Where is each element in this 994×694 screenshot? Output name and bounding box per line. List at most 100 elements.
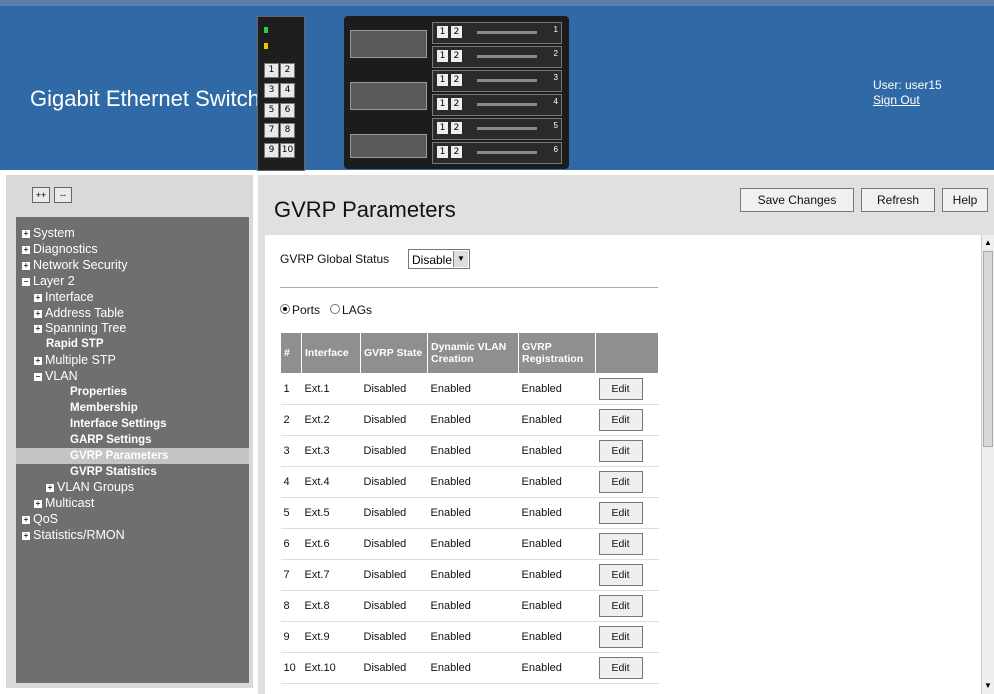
nav-item-interface-settings[interactable]: Interface Settings (16, 416, 249, 432)
blade-port-label: 2 (451, 26, 462, 38)
nav-item-diagnostics[interactable]: + Diagnostics (16, 241, 249, 257)
table-row: 10 Ext.10 Disabled Enabled Enabled Edit (280, 652, 659, 684)
interface-type-radio-group: Ports LAGs (280, 303, 372, 317)
table-row: 8 Ext.8 Disabled Enabled Enabled Edit (280, 590, 659, 622)
user-label: User: user15 (873, 78, 942, 92)
cell-interface: Ext.4 (301, 466, 361, 498)
expand-all-button[interactable]: ++ (32, 187, 50, 203)
expand-icon[interactable]: + (22, 245, 30, 254)
port-indicator: 6 (280, 103, 295, 118)
nav-item-membership[interactable]: Membership (16, 400, 249, 416)
vertical-scrollbar[interactable]: ▲ ▼ (981, 235, 994, 694)
nav-item-label: Layer 2 (33, 273, 75, 288)
nav-item-spanning-tree[interactable]: + Spanning Tree (16, 320, 249, 336)
expand-icon[interactable]: + (34, 309, 42, 318)
cell-actions: Edit (595, 528, 659, 560)
save-changes-button[interactable]: Save Changes (740, 188, 854, 212)
nav-item-layer-2[interactable]: − Layer 2 (16, 273, 249, 289)
nav-item-gvrp-parameters[interactable]: GVRP Parameters (16, 447, 249, 464)
edit-button[interactable]: Edit (598, 657, 643, 679)
global-status-select[interactable]: Disable ▼ (408, 249, 470, 269)
blade-number: 5 (553, 121, 558, 130)
cell-actions: Edit (595, 373, 659, 405)
blade-port-label: 2 (451, 122, 462, 134)
cell-gvrp-registration: Enabled (518, 497, 596, 529)
edit-button[interactable]: Edit (598, 564, 643, 586)
cell-actions: Edit (595, 466, 659, 498)
col-header-gvrp-state: GVRP State (360, 332, 428, 374)
expand-icon[interactable]: + (22, 230, 30, 238)
nav-item-system[interactable]: + System (16, 225, 249, 241)
switch-module-image: 1 2 3 4 5 6 7 8 9 10 (257, 16, 305, 171)
cell-interface: Ext.1 (301, 373, 361, 405)
scroll-up-arrow-icon[interactable]: ▲ (983, 237, 993, 249)
edit-button[interactable]: Edit (598, 502, 643, 524)
nav-item-rapid-stp[interactable]: Rapid STP (16, 336, 249, 352)
nav-item-garp-settings[interactable]: GARP Settings (16, 432, 249, 448)
edit-button[interactable]: Edit (598, 533, 643, 555)
nav-item-multiple-stp[interactable]: + Multiple STP (16, 352, 249, 368)
nav-item-statistics-rmon[interactable]: + Statistics/RMON (16, 527, 249, 543)
nav-item-multicast[interactable]: + Multicast (16, 495, 249, 511)
cell-gvrp-state: Disabled (360, 652, 428, 684)
cell-interface: Ext.3 (301, 435, 361, 467)
nav-item-vlan[interactable]: − VLAN (16, 368, 249, 384)
blade-port-label: 1 (437, 74, 448, 86)
expand-icon[interactable]: + (34, 357, 42, 366)
page-title: GVRP Parameters (274, 197, 456, 222)
cell-gvrp-registration: Enabled (518, 621, 596, 653)
scroll-down-arrow-icon[interactable]: ▼ (983, 680, 993, 692)
lags-radio[interactable] (330, 304, 341, 314)
nav-item-label: Rapid STP (46, 338, 104, 351)
nav-item-vlan-groups[interactable]: + VLAN Groups (16, 479, 249, 495)
navigation-panel: ++ -- + System + Diagnostics + Network Securi… (6, 175, 253, 688)
cell-interface: Ext.7 (301, 559, 361, 591)
ports-radio[interactable] (280, 304, 290, 314)
nav-item-address-table[interactable]: + Address Table (16, 305, 249, 321)
cell-interface: Ext.8 (301, 590, 361, 622)
collapse-all-button[interactable]: -- (54, 187, 72, 203)
blade-port-label: 1 (437, 50, 448, 62)
nav-item-qos[interactable]: + QoS (16, 511, 249, 527)
expand-icon[interactable]: + (34, 500, 42, 509)
nav-item-properties[interactable]: Properties (16, 384, 249, 400)
collapse-icon[interactable]: − (22, 277, 30, 286)
expand-icon[interactable]: + (34, 293, 42, 302)
dropdown-arrow-icon[interactable]: ▼ (453, 251, 468, 267)
edit-button[interactable]: Edit (598, 378, 643, 400)
nav-item-gvrp-statistics[interactable]: GVRP Statistics (16, 464, 249, 480)
ports-radio-label: Ports (292, 303, 321, 317)
edit-button[interactable]: Edit (598, 595, 643, 617)
nav-item-interface[interactable]: + Interface (16, 289, 249, 305)
edit-button[interactable]: Edit (598, 471, 643, 493)
collapse-icon[interactable]: − (34, 373, 42, 382)
sign-out-link[interactable]: Sign Out (873, 93, 920, 107)
blade-bay-graphic (477, 31, 537, 34)
cell-interface: Ext.10 (301, 652, 361, 684)
blade-bay-graphic (477, 79, 537, 82)
scroll-thumb[interactable] (983, 251, 993, 447)
cell-interface: Ext.5 (301, 497, 361, 529)
cell-gvrp-state: Disabled (360, 559, 428, 591)
cell-interface: Ext.2 (301, 404, 361, 436)
edit-button[interactable]: Edit (598, 626, 643, 648)
nav-item-network-security[interactable]: + Network Security (16, 257, 249, 273)
nav-item-label: GARP Settings (70, 433, 152, 446)
edit-button[interactable]: Edit (598, 409, 643, 431)
expand-icon[interactable]: + (34, 325, 42, 334)
cell-dynamic-vlan-creation: Enabled (427, 435, 519, 467)
expand-icon[interactable]: + (22, 261, 30, 270)
expand-icon[interactable]: + (22, 516, 30, 525)
cell-actions: Edit (595, 435, 659, 467)
refresh-button[interactable]: Refresh (861, 188, 935, 212)
cell-dynamic-vlan-creation: Enabled (427, 621, 519, 653)
expand-icon[interactable]: + (46, 484, 54, 493)
help-button[interactable]: Help (942, 188, 988, 212)
nav-item-label: Spanning Tree (45, 321, 127, 336)
table-row: 1 Ext.1 Disabled Enabled Enabled Edit (280, 373, 659, 405)
edit-button[interactable]: Edit (598, 440, 643, 462)
expand-icon[interactable]: + (22, 532, 30, 541)
table-row: 6 Ext.6 Disabled Enabled Enabled Edit (280, 528, 659, 560)
port-indicator: 2 (280, 63, 295, 78)
nav-item-label: VLAN Groups (57, 480, 135, 495)
